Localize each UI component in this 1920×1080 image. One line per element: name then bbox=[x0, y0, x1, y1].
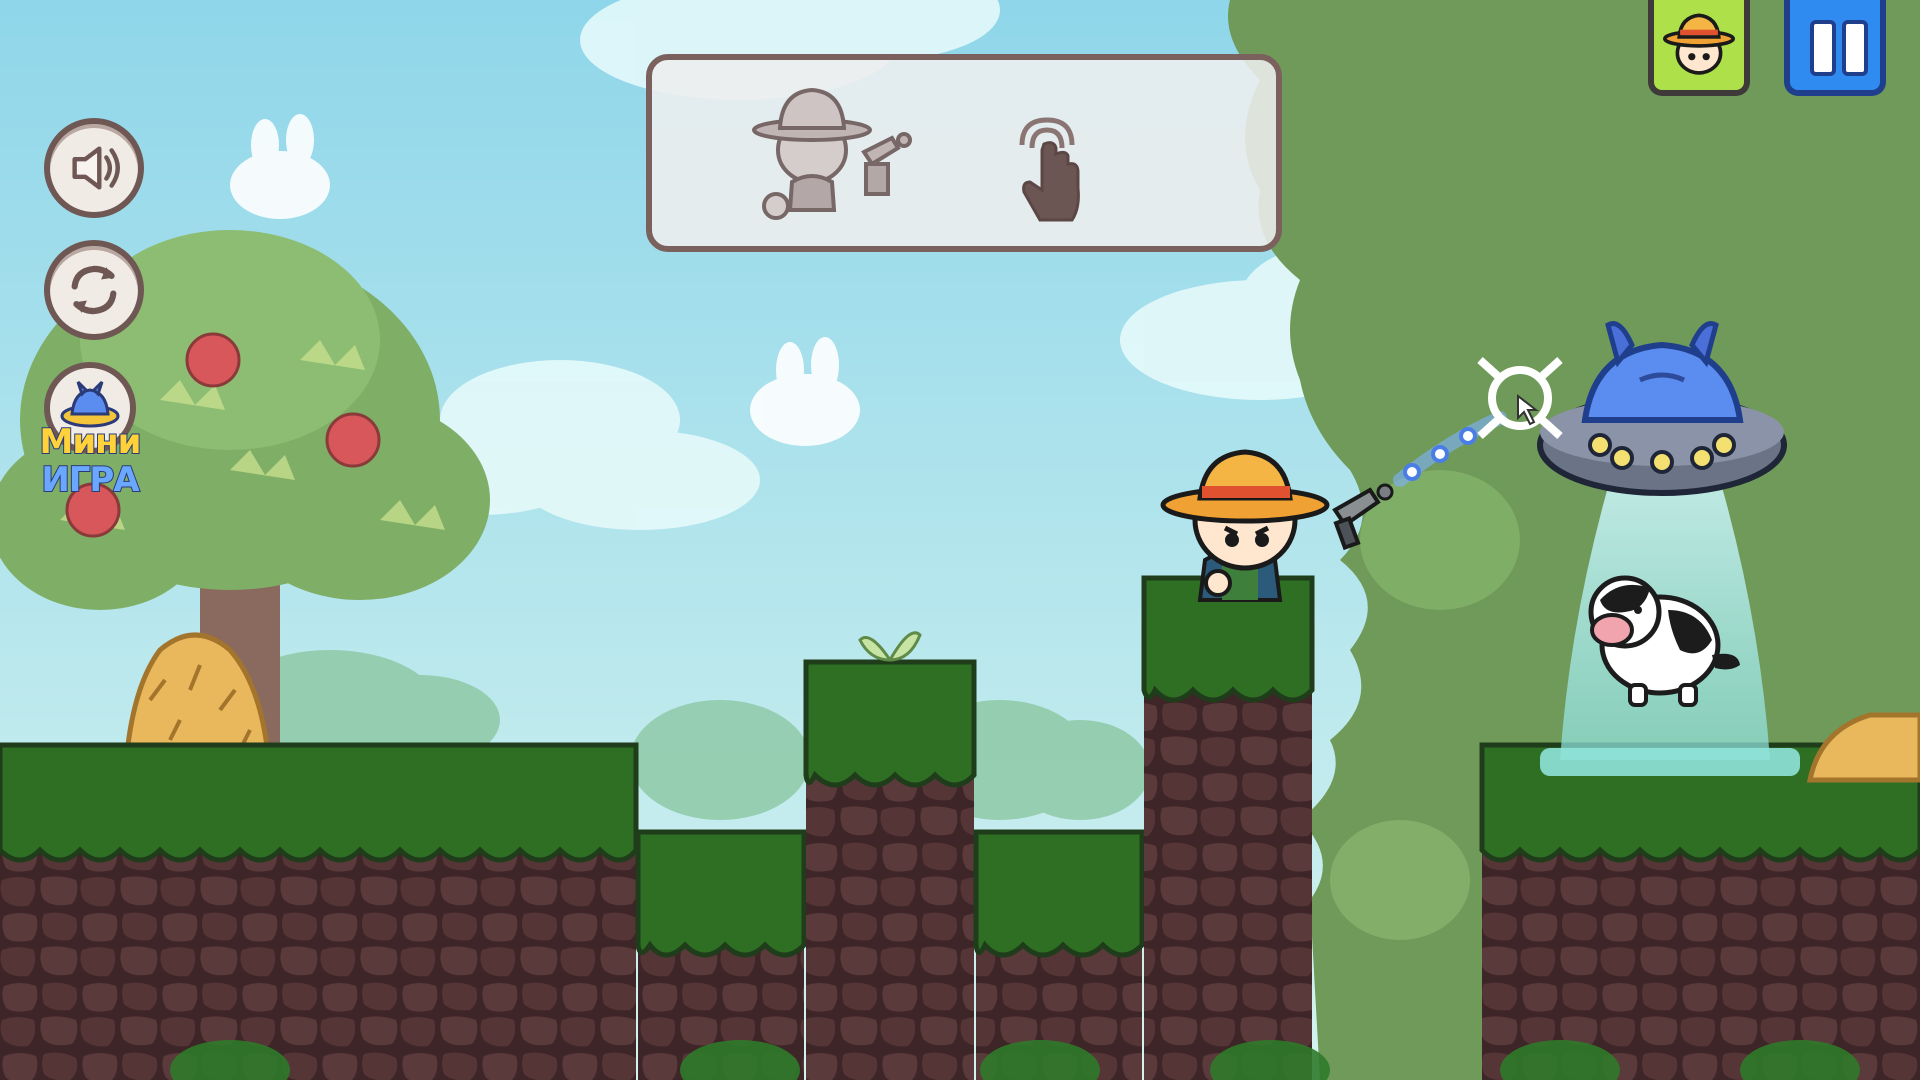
farmer-avatar-icon bbox=[1663, 13, 1735, 75]
restart-button[interactable] bbox=[44, 240, 144, 340]
sound-button[interactable] bbox=[44, 118, 144, 218]
character-button[interactable] bbox=[1648, 0, 1750, 96]
tap-hand-icon bbox=[1019, 117, 1080, 222]
minigame-button[interactable]: Мини ИГРА bbox=[30, 362, 150, 502]
minigame-label-line1: Мини bbox=[39, 421, 143, 463]
pause-button[interactable] bbox=[1784, 0, 1886, 96]
tutorial-hint-panel bbox=[646, 54, 1282, 252]
minigame-label-line2: ИГРА bbox=[40, 459, 140, 501]
refresh-icon bbox=[71, 265, 117, 315]
speaker-icon bbox=[72, 146, 120, 190]
farmer-with-raygun-icon bbox=[752, 87, 912, 220]
